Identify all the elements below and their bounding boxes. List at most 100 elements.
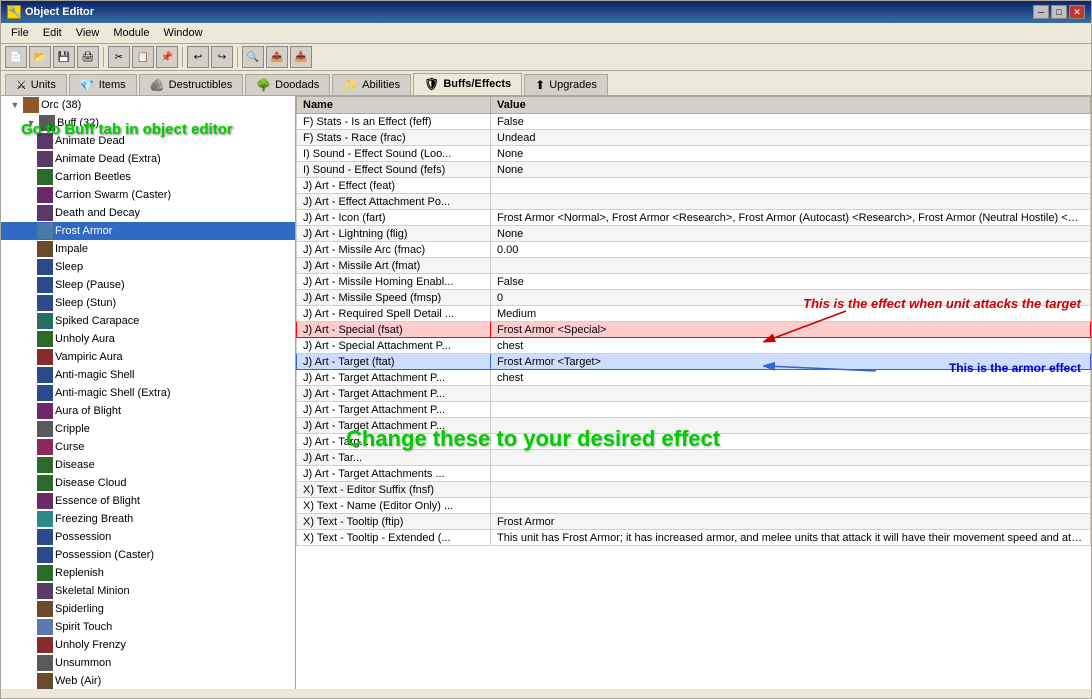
tree-item-animate-dead[interactable]: Animate Dead — [1, 132, 295, 150]
tree-item-sleep-pause[interactable]: Sleep (Pause) — [1, 276, 295, 294]
table-row[interactable]: J) Art - Lightning (flig)None — [297, 226, 1091, 242]
tree-item-vampiric-aura[interactable]: Vampiric Aura — [1, 348, 295, 366]
table-row[interactable]: X) Text - Tooltip - Extended (... This u… — [297, 530, 1091, 546]
tree-icon-29 — [37, 655, 53, 671]
table-row[interactable]: J) Art - Icon (fart)Frost Armor <Normal>… — [297, 210, 1091, 226]
menu-module[interactable]: Module — [107, 25, 155, 41]
tree-item-carrion-swarm[interactable]: Carrion Swarm (Caster) — [1, 186, 295, 204]
prop-value — [491, 434, 1091, 450]
tree-root-orc[interactable]: ▼ Orc (38) — [1, 96, 295, 114]
tree-item-anti-magic-extra[interactable]: Anti-magic Shell (Extra) — [1, 384, 295, 402]
toolbar-print[interactable]: 🖨 — [77, 46, 99, 68]
toolbar-import[interactable]: 📥 — [290, 46, 312, 68]
prop-name: I) Sound - Effect Sound (Loo... — [297, 146, 491, 162]
menu-window[interactable]: Window — [157, 25, 208, 41]
table-row[interactable]: F) Stats - Race (frac)Undead — [297, 130, 1091, 146]
tree-item-impale[interactable]: Impale — [1, 240, 295, 258]
menu-file[interactable]: File — [5, 25, 35, 41]
table-row[interactable]: F) Stats - Is an Effect (feff)False — [297, 114, 1091, 130]
menu-edit[interactable]: Edit — [37, 25, 68, 41]
table-row[interactable]: J) Art - Missile Speed (fmsp)0 — [297, 290, 1091, 306]
table-row[interactable]: J) Art - Special Attachment P...chest — [297, 338, 1091, 354]
table-row[interactable]: J) Art - Target Attachment P... — [297, 418, 1091, 434]
table-row[interactable]: J) Art - Targ... — [297, 434, 1091, 450]
table-row[interactable]: X) Text - Name (Editor Only) ... — [297, 498, 1091, 514]
tree-item-disease[interactable]: Disease — [1, 456, 295, 474]
tree-item-frost-armor[interactable]: Frost Armor — [1, 222, 295, 240]
toolbar-export[interactable]: 📤 — [266, 46, 288, 68]
table-row[interactable]: J) Art - Target Attachments ... — [297, 466, 1091, 482]
tree-item-anti-magic[interactable]: Anti-magic Shell — [1, 366, 295, 384]
tree-item-spiked-carapace[interactable]: Spiked Carapace — [1, 312, 295, 330]
toolbar-open[interactable]: 📂 — [29, 46, 51, 68]
menu-view[interactable]: View — [70, 25, 106, 41]
tree-item-carrion-beetles[interactable]: Carrion Beetles — [1, 168, 295, 186]
table-row[interactable]: I) Sound - Effect Sound (Loo...None — [297, 146, 1091, 162]
table-row[interactable]: X) Text - Editor Suffix (fnsf) — [297, 482, 1091, 498]
tree-item-spiderling[interactable]: Spiderling — [1, 600, 295, 618]
table-row[interactable]: J) Art - Missile Arc (fmac)0.00 — [297, 242, 1091, 258]
tree-item-sleep-stun[interactable]: Sleep (Stun) — [1, 294, 295, 312]
tree-item-sleep[interactable]: Sleep — [1, 258, 295, 276]
prop-name: J) Art - Effect (feat) — [297, 178, 491, 194]
tree-item-unholy-aura[interactable]: Unholy Aura — [1, 330, 295, 348]
toolbar-cut[interactable]: ✂ — [108, 46, 130, 68]
tree-item-death-decay[interactable]: Death and Decay — [1, 204, 295, 222]
close-button[interactable]: ✕ — [1069, 5, 1085, 19]
tree-icon-5 — [37, 223, 53, 239]
tree-item-replenish[interactable]: Replenish — [1, 564, 295, 582]
table-row[interactable]: J) Art - Missile Art (fmat) — [297, 258, 1091, 274]
tree-item-unholy-frenzy[interactable]: Unholy Frenzy — [1, 636, 295, 654]
tab-destructibles[interactable]: 🪨 Destructibles — [139, 74, 244, 95]
tree-item-animate-dead-extra[interactable]: Animate Dead (Extra) — [1, 150, 295, 168]
properties-panel[interactable]: Name Value F) Stats - Is an Effect (feff… — [296, 96, 1091, 689]
tab-units[interactable]: ⚔ Units — [5, 74, 67, 95]
tab-items[interactable]: 💎 Items — [69, 74, 137, 95]
tree-icon-6 — [37, 241, 53, 257]
table-row[interactable]: X) Text - Tooltip (ftip)Frost Armor — [297, 514, 1091, 530]
toolbar-save[interactable]: 💾 — [53, 46, 75, 68]
table-row[interactable]: J) Art - Effect (feat) — [297, 178, 1091, 194]
table-row[interactable]: J) Art - Required Spell Detail ...Medium — [297, 306, 1091, 322]
tree-expander-buff[interactable]: ▼ — [23, 115, 39, 131]
window-title: Object Editor — [25, 6, 94, 18]
table-row[interactable]: J) Art - Target Attachment P... — [297, 386, 1091, 402]
maximize-button[interactable]: □ — [1051, 5, 1067, 19]
tree-item-possession[interactable]: Possession — [1, 528, 295, 546]
tab-abilities[interactable]: ✨ Abilities — [332, 74, 411, 95]
tab-upgrades[interactable]: ⬆ Upgrades — [524, 74, 608, 95]
toolbar-new[interactable]: 📄 — [5, 46, 27, 68]
tree-item-curse[interactable]: Curse — [1, 438, 295, 456]
table-row[interactable]: J) Art - Target Attachment P...chest — [297, 370, 1091, 386]
table-row[interactable]: I) Sound - Effect Sound (fefs)None — [297, 162, 1091, 178]
table-row[interactable]: J) Art - Target (ftat)Frost Armor <Targe… — [297, 354, 1091, 370]
table-row[interactable]: J) Art - Target Attachment P... — [297, 402, 1091, 418]
table-row[interactable]: J) Art - Missile Homing Enabl...False — [297, 274, 1091, 290]
tree-item-spirit-touch[interactable]: Spirit Touch — [1, 618, 295, 636]
table-row[interactable]: J) Art - Tar... — [297, 450, 1091, 466]
toolbar-find[interactable]: 🔍 — [242, 46, 264, 68]
tree-buff-group[interactable]: ▼ Buff (32) — [1, 114, 295, 132]
tree-expander-orc[interactable]: ▼ — [7, 97, 23, 113]
tree-item-essence-blight[interactable]: Essence of Blight — [1, 492, 295, 510]
tree-item-possession-caster[interactable]: Possession (Caster) — [1, 546, 295, 564]
table-row[interactable]: J) Art - Special (fsat)Frost Armor <Spec… — [297, 322, 1091, 338]
tree-item-disease-cloud[interactable]: Disease Cloud — [1, 474, 295, 492]
minimize-button[interactable]: ─ — [1033, 5, 1049, 19]
tab-buffs[interactable]: 🛡 Buffs/Effects — [413, 73, 522, 95]
toolbar-paste[interactable]: 📌 — [156, 46, 178, 68]
table-row[interactable]: J) Art - Effect Attachment Po... — [297, 194, 1091, 210]
tree-item-aura-blight[interactable]: Aura of Blight — [1, 402, 295, 420]
toolbar-copy[interactable]: 📋 — [132, 46, 154, 68]
tree-item-web-air[interactable]: Web (Air) — [1, 672, 295, 689]
tree-item-freezing-breath[interactable]: Freezing Breath — [1, 510, 295, 528]
toolbar-redo[interactable]: ↪ — [211, 46, 233, 68]
tree-icon-28 — [37, 637, 53, 653]
tree-item-unsummon[interactable]: Unsummon — [1, 654, 295, 672]
tree-panel[interactable]: ▼ Orc (38) ▼ Buff (32) Animate Dead Anim… — [1, 96, 296, 689]
tab-doodads[interactable]: 🌳 Doodads — [245, 74, 330, 95]
tree-item-skeletal-minion[interactable]: Skeletal Minion — [1, 582, 295, 600]
tree-item-cripple[interactable]: Cripple — [1, 420, 295, 438]
toolbar-undo[interactable]: ↩ — [187, 46, 209, 68]
prop-value: Frost Armor <Normal>, Frost Armor <Resea… — [491, 210, 1091, 226]
